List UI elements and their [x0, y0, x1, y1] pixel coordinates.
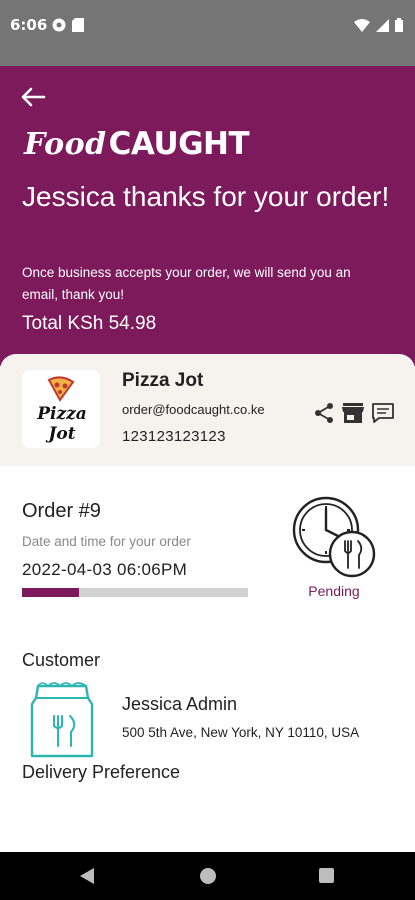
share-icon[interactable] [313, 402, 335, 424]
back-arrow-icon[interactable] [20, 86, 46, 108]
system-nav-bar [0, 852, 415, 900]
sd-card-icon [72, 18, 84, 32]
delivery-preference-title: Delivery Preference [22, 762, 181, 782]
foodcaught-logo: Food CAUGHT [24, 126, 250, 162]
store-icon[interactable] [341, 402, 365, 424]
customer-section-title: Customer [22, 650, 101, 670]
order-total: Total KSh 54.98 [22, 313, 157, 334]
order-date-label: Date and time for your order [22, 534, 191, 549]
nav-back-icon[interactable] [78, 867, 96, 885]
customer-address: 500 5th Ave, New York, NY 10110, USA [122, 725, 360, 740]
order-progress-bar [22, 588, 248, 597]
status-system-icons [354, 18, 403, 32]
customer-name: Jessica Admin [122, 694, 238, 714]
status-time: 6:06 [10, 16, 48, 34]
nav-home-icon[interactable] [200, 868, 216, 884]
signal-icon [376, 18, 389, 32]
business-phone: 123123123123 [122, 428, 226, 445]
nav-recents-icon[interactable] [319, 868, 334, 883]
wifi-icon [354, 18, 370, 32]
business-logo: Pizza Jot [22, 370, 100, 448]
confirmation-message: Once business accepts your order, we wil… [22, 265, 351, 302]
logo-caught: CAUGHT [108, 126, 250, 162]
order-status: Pending [308, 583, 360, 599]
business-card: Pizza Jot Pizza Jot order@foodcaught.co.… [0, 354, 415, 466]
status-notification-icons [52, 18, 84, 32]
status-bar: 6:06 [0, 0, 415, 66]
business-email: order@foodcaught.co.ke [122, 402, 265, 417]
clock-cutlery-icon [292, 496, 376, 578]
logo-food: Food [24, 127, 107, 162]
order-confirmation-header: Food CAUGHT Jessica thanks for your orde… [0, 66, 415, 366]
business-logo-text: Pizza Jot [37, 404, 87, 444]
order-date: 2022-04-03 06:06PM [22, 560, 188, 579]
business-actions [313, 402, 395, 424]
order-number: Order #9 [22, 500, 101, 522]
battery-icon [395, 18, 403, 32]
business-name: Pizza Jot [122, 370, 204, 391]
pizza-slice-icon [47, 376, 75, 402]
app-notification-icon [52, 18, 66, 32]
thanks-heading: Jessica thanks for your order! [22, 181, 390, 212]
order-progress-fill [22, 588, 79, 597]
food-bag-icon [30, 682, 94, 758]
message-icon[interactable] [371, 402, 395, 424]
